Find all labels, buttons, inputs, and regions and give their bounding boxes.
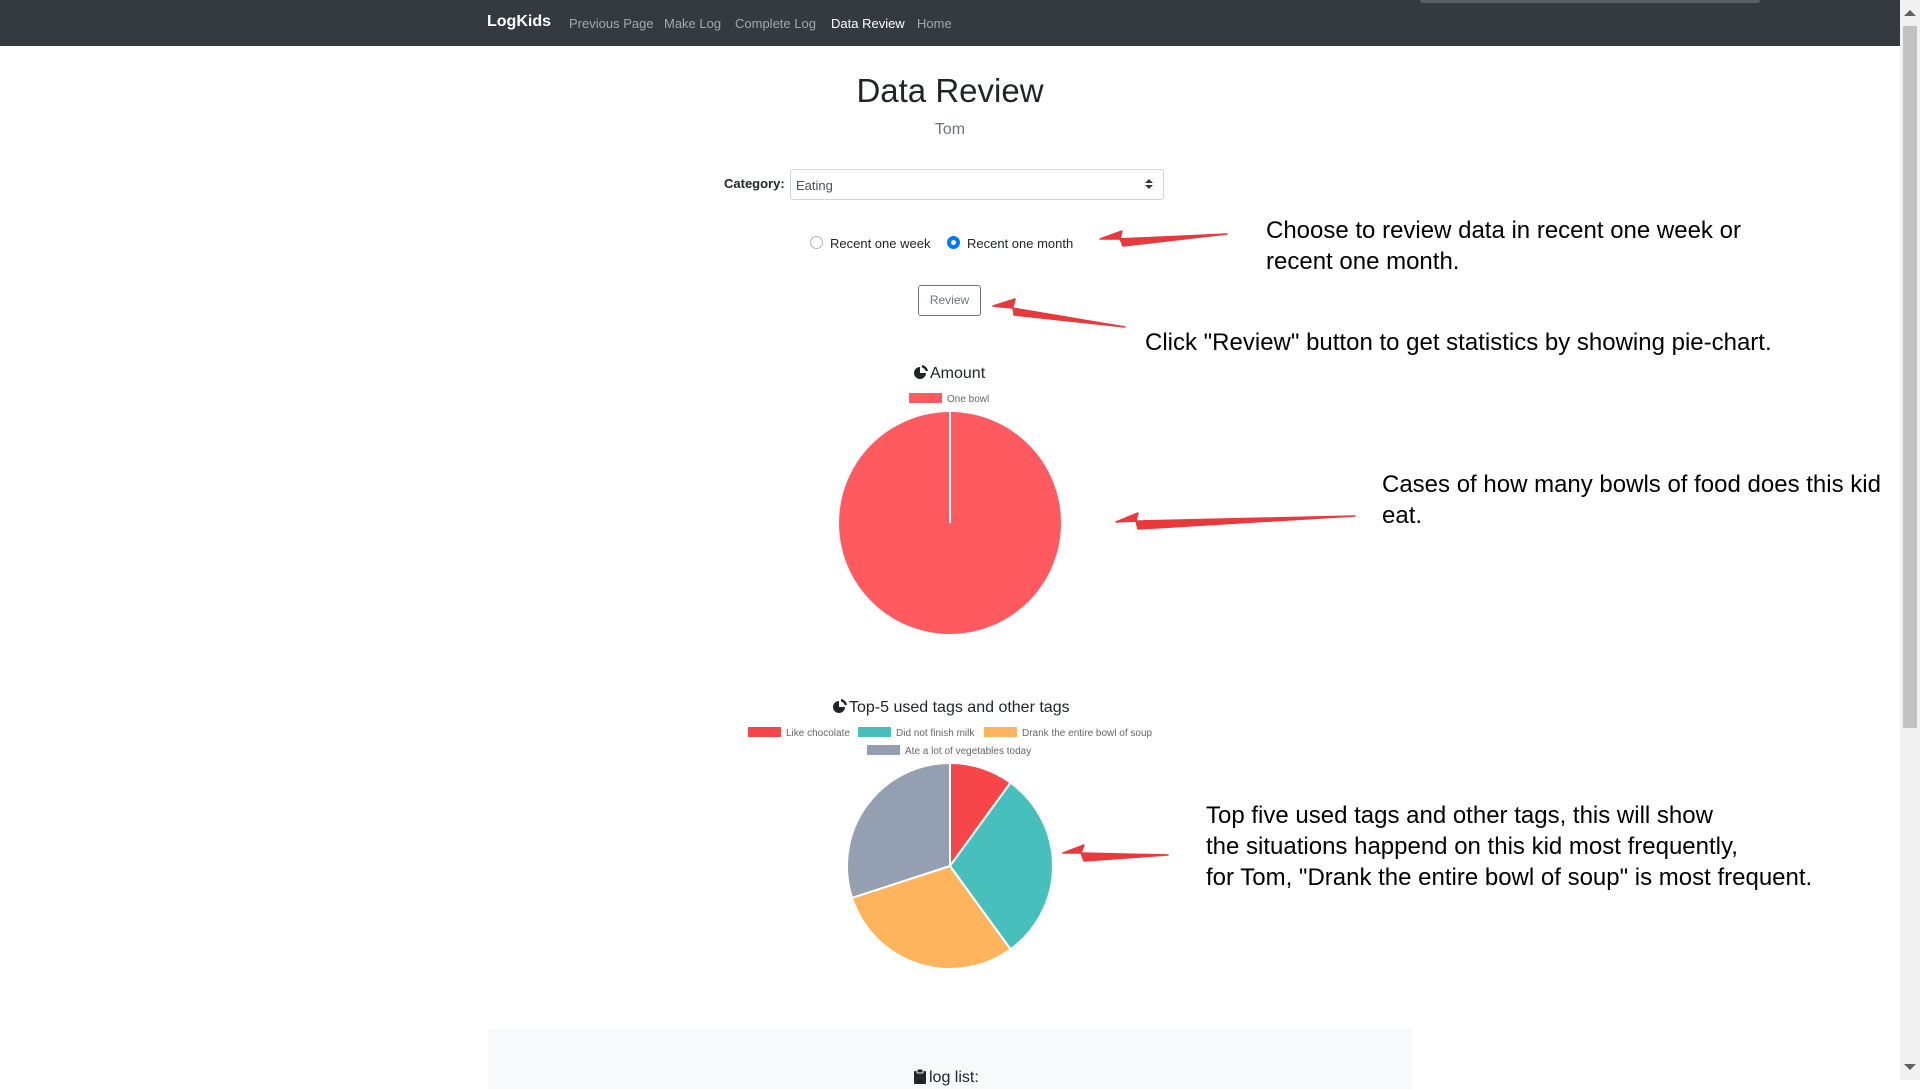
scroll-thumb[interactable] (1903, 26, 1917, 728)
clipboard-icon (914, 1069, 926, 1084)
arrow-to-pie-tags (1062, 844, 1169, 862)
annotation-line: the situations happend on this kid most … (1206, 833, 1738, 860)
annotation-line: recent one month. (1266, 248, 1460, 275)
log-list-title: log list: (914, 1069, 979, 1087)
annotation-amount: Cases of how many bowls of food does thi… (1382, 469, 1881, 531)
scroll-up-icon[interactable] (1904, 10, 1916, 16)
annotation-period: Choose to review data in recent one week… (1266, 215, 1741, 277)
page-scrollbar[interactable] (1900, 0, 1920, 1080)
annotation-line: Top five used tags and other tags, this … (1206, 802, 1713, 829)
arrow-to-pie-amount (1115, 512, 1356, 530)
pie-chart-amount[interactable] (839, 412, 1061, 634)
annotation-review: Click "Review" button to get statistics … (1145, 327, 1772, 358)
arrow-to-radio (1099, 230, 1228, 247)
log-list-title-text: log list: (929, 1069, 979, 1086)
annotation-line: Choose to review data in recent one week… (1266, 217, 1741, 244)
scroll-down-icon[interactable] (1904, 1064, 1916, 1070)
annotation-line: Click "Review" button to get statistics … (1145, 329, 1772, 356)
pie-chart-tags[interactable] (846, 761, 1054, 970)
arrow-to-review (992, 298, 1126, 328)
annotation-line: for Tom, "Drank the entire bowl of soup"… (1206, 864, 1813, 891)
annotation-line: Cases of how many bowls of food does thi… (1382, 471, 1881, 498)
charts-canvas (839, 230, 1356, 970)
annotation-tags: Top five used tags and other tags, this … (1206, 800, 1812, 893)
annotation-line: eat. (1382, 502, 1423, 529)
